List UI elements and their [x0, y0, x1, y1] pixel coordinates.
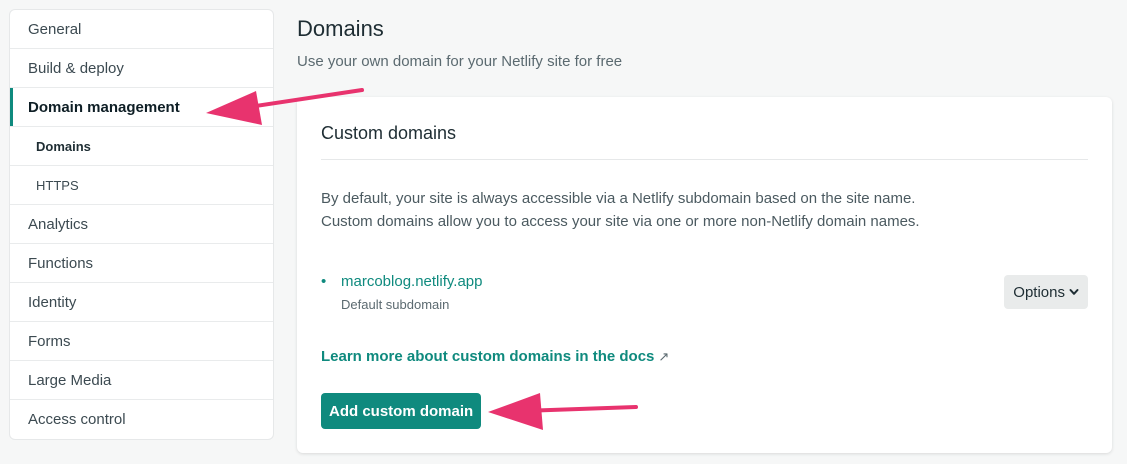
sidebar-item-domain-management[interactable]: Domain management — [10, 88, 273, 127]
chevron-down-icon — [1069, 289, 1079, 295]
sidebar-subitem-domains[interactable]: Domains — [10, 127, 273, 166]
domain-link[interactable]: marcoblog.netlify.app — [341, 273, 482, 290]
docs-link[interactable]: Learn more about custom domains in the d… — [321, 348, 669, 365]
card-description: By default, your site is always accessib… — [321, 187, 920, 233]
card-title: Custom domains — [321, 123, 457, 143]
sidebar-item-general[interactable]: General — [10, 10, 273, 49]
sidebar-item-build-deploy[interactable]: Build & deploy — [10, 49, 273, 88]
sidebar-item-functions[interactable]: Functions — [10, 244, 273, 283]
sidebar-item-access-control[interactable]: Access control — [10, 400, 273, 439]
sidebar-item-forms[interactable]: Forms — [10, 322, 273, 361]
description-line-1: By default, your site is always accessib… — [321, 190, 916, 207]
custom-domains-card: Custom domains By default, your site is … — [297, 97, 1112, 453]
sidebar-item-identity[interactable]: Identity — [10, 283, 273, 322]
page-subtitle: Use your own domain for your Netlify sit… — [297, 53, 623, 70]
card-divider — [321, 159, 1088, 160]
external-link-icon: ↗ — [658, 349, 670, 364]
domain-type-label: Default subdomain — [341, 297, 450, 312]
add-custom-domain-button[interactable]: Add custom domain — [321, 393, 482, 429]
sidebar-item-large-media[interactable]: Large Media — [10, 361, 273, 400]
bullet-icon: • — [321, 273, 327, 290]
page-title: Domains — [297, 16, 384, 41]
options-dropdown-button[interactable]: Options — [1004, 275, 1088, 309]
docs-link-label: Learn more about custom domains in the d… — [321, 348, 655, 365]
description-line-2: Custom domains allow you to access your … — [321, 213, 920, 230]
sidebar-subitem-https[interactable]: HTTPS — [10, 166, 273, 205]
sidebar-item-analytics[interactable]: Analytics — [10, 205, 273, 244]
options-label: Options — [1013, 283, 1065, 301]
settings-sidebar: General Build & deploy Domain management… — [9, 9, 274, 440]
